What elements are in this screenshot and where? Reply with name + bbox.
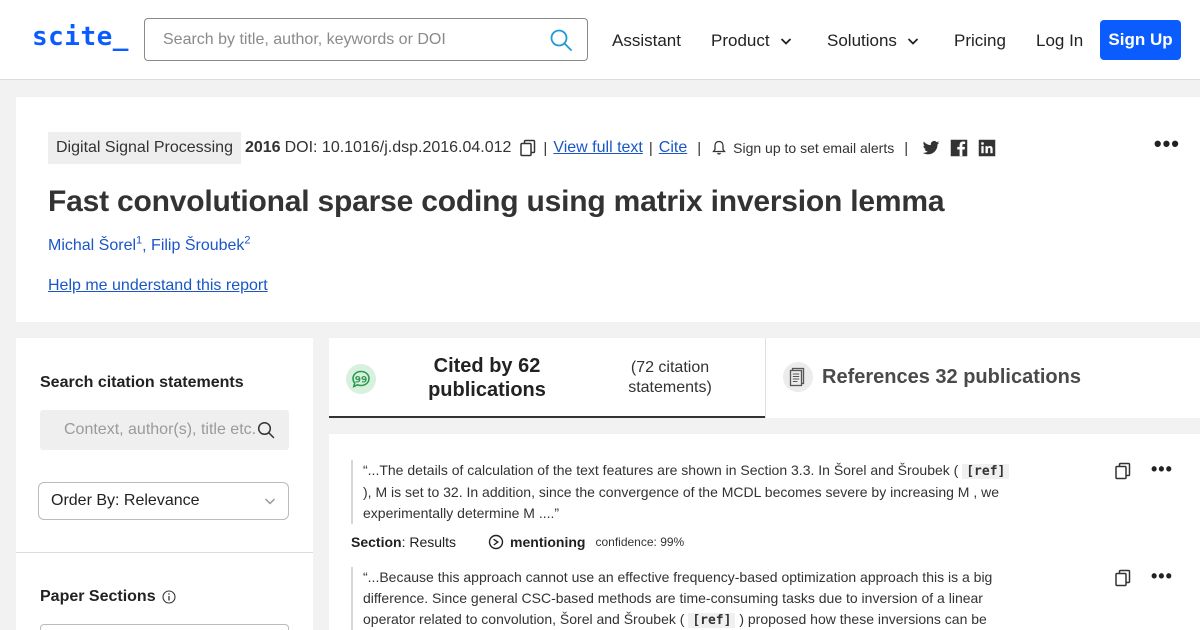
paper-header-card: Digital Signal Processing 2016 DOI: 10.1…: [16, 97, 1200, 322]
copy-icon[interactable]: [1114, 569, 1132, 587]
author-list: Michal Šorel1, Filip Šroubek2: [48, 235, 251, 255]
nav-assistant-label: Assistant: [612, 31, 681, 50]
scite-logo[interactable]: scite_: [32, 22, 129, 52]
snippet-text: “...The details of calculation of the te…: [363, 462, 959, 478]
chevron-down-icon: [907, 38, 919, 45]
tab-references[interactable]: References 32 publications: [766, 338, 1200, 416]
journal-badge[interactable]: Digital Signal Processing: [48, 132, 241, 164]
citation-statement: “...Because this approach cannot use an …: [351, 567, 1151, 630]
paper-title: Fast convolutional sparse coding using m…: [48, 185, 945, 218]
meta-separator: |: [904, 139, 909, 157]
copy-icon[interactable]: [1114, 462, 1132, 480]
paper-sections-heading: Paper Sections: [40, 588, 176, 606]
order-by-select[interactable]: Order By: Relevance: [38, 482, 289, 520]
citation-snippet: “...Because this approach cannot use an …: [351, 567, 1019, 630]
facebook-icon[interactable]: [950, 139, 968, 157]
meta-separator: |: [543, 139, 548, 157]
nav-pricing[interactable]: Pricing: [954, 31, 1006, 51]
order-by-value: Order By: Relevance: [51, 492, 200, 509]
global-search: [144, 18, 588, 61]
ref-marker[interactable]: [ref]: [962, 464, 1010, 479]
author-affiliation-number: 2: [244, 235, 251, 247]
publication-year: 2016: [244, 139, 281, 156]
citation-statement-list: “...The details of calculation of the te…: [329, 434, 1200, 630]
nav-solutions-label: Solutions: [827, 31, 897, 50]
info-icon[interactable]: [162, 590, 176, 604]
help-understand-report-link[interactable]: Help me understand this report: [48, 277, 268, 295]
citation-more-icon[interactable]: •••: [1151, 566, 1173, 587]
author-link[interactable]: Michal Šorel1: [48, 235, 142, 255]
citation-statement: “...The details of calculation of the te…: [351, 460, 1151, 550]
tab-cited-by[interactable]: 99 Cited by 62 publications (72 citation…: [329, 338, 765, 418]
search-icon[interactable]: [549, 28, 573, 52]
nav-login[interactable]: Log In: [1036, 31, 1083, 51]
svg-text:99: 99: [355, 376, 368, 386]
ref-marker[interactable]: [ref]: [688, 613, 736, 628]
citation-snippet: “...The details of calculation of the te…: [351, 460, 1019, 524]
citation-tabs: 99 Cited by 62 publications (72 citation…: [329, 338, 1200, 418]
citation-filter-sidebar: Search citation statements Order By: Rel…: [16, 338, 313, 630]
sidebar-divider: [16, 552, 313, 553]
meta-separator: |: [697, 139, 702, 157]
twitter-icon[interactable]: [922, 139, 940, 157]
confidence-score: confidence: 99%: [595, 535, 685, 549]
nav-assistant[interactable]: Assistant: [612, 31, 681, 51]
search-icon[interactable]: [257, 421, 275, 439]
document-icon: [783, 362, 813, 392]
copy-icon[interactable]: [519, 139, 537, 157]
nav-product[interactable]: Product: [711, 31, 792, 51]
chevron-down-icon: [264, 498, 276, 505]
citation-more-icon[interactable]: •••: [1151, 459, 1173, 480]
nav-solutions[interactable]: Solutions: [827, 31, 919, 51]
check-circle-icon: [488, 534, 504, 550]
author-link[interactable]: Filip Šroubek2: [151, 235, 251, 255]
linkedin-icon[interactable]: [978, 139, 996, 157]
author-name: Filip Šroubek: [151, 237, 245, 255]
nav-login-label: Log In: [1036, 31, 1084, 50]
chevron-down-icon: [780, 38, 791, 45]
meta-separator: |: [648, 139, 653, 157]
author-separator: ,: [142, 237, 152, 255]
section-key: Section: [351, 534, 402, 550]
paper-sections-label: Paper Sections: [40, 588, 156, 605]
snippet-text: ) proposed how these inversions can be: [739, 611, 987, 627]
global-search-input[interactable]: [145, 19, 535, 60]
citation-type: mentioning: [510, 534, 586, 550]
nav-pricing-label: Pricing: [954, 31, 1006, 50]
citation-search-input[interactable]: [40, 410, 256, 450]
paper-meta-row: Digital Signal Processing 2016 DOI: 10.1…: [48, 132, 996, 164]
citation-search-box: [40, 410, 289, 450]
email-alert-link[interactable]: Sign up to set email alerts: [733, 140, 894, 156]
cited-by-count: Cited by 62 publications: [428, 355, 546, 401]
references-count: References 32 publications: [822, 366, 1081, 388]
more-options-icon[interactable]: •••: [1154, 131, 1180, 157]
sign-up-button[interactable]: Sign Up: [1100, 20, 1181, 60]
citation-meta: Section: Results mentioning confidence: …: [351, 534, 1151, 550]
view-full-text-link[interactable]: View full text: [553, 139, 643, 157]
paper-sections-select[interactable]: [40, 624, 289, 630]
speech-bubble-quote-icon: 99: [346, 364, 376, 394]
citation-statement-count: (72 citation statements): [628, 359, 712, 396]
section-value: : Results: [401, 534, 457, 550]
search-citation-statements-label: Search citation statements: [40, 374, 244, 391]
bell-icon[interactable]: [711, 140, 727, 156]
snippet-text: ), M is set to 32. In addition, since th…: [363, 484, 1000, 521]
nav-product-label: Product: [711, 31, 770, 50]
cite-link[interactable]: Cite: [659, 139, 687, 157]
doi-text: DOI: 10.1016/j.dsp.2016.04.012: [284, 139, 512, 156]
author-name: Michal Šorel: [48, 237, 137, 255]
top-navigation-bar: scite_ Assistant Product Solutions Prici…: [0, 0, 1200, 80]
